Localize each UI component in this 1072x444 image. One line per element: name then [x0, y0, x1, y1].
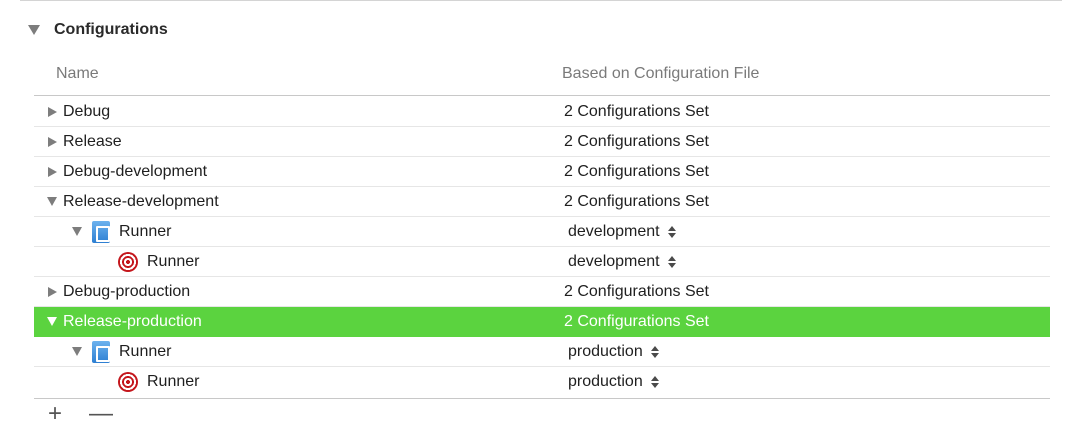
table-row[interactable]: Runner development: [34, 247, 1050, 277]
stepper-icon: [650, 375, 659, 388]
config-name: Release-production: [63, 312, 202, 330]
config-file-select[interactable]: development: [568, 217, 676, 246]
config-value: 2 Configurations Set: [564, 282, 709, 300]
project-file-icon: [92, 340, 110, 363]
configurations-section-header[interactable]: Configurations: [28, 19, 168, 41]
config-name: Release-development: [63, 192, 219, 210]
config-value: 2 Configurations Set: [564, 312, 709, 330]
config-file-select[interactable]: production: [568, 367, 659, 396]
config-value: 2 Configurations Set: [564, 132, 709, 150]
disclosure-right-icon[interactable]: [48, 286, 57, 297]
config-value: 2 Configurations Set: [564, 192, 709, 210]
table-row[interactable]: Runner development: [34, 217, 1050, 247]
config-file-select[interactable]: development: [568, 247, 676, 276]
table-bottom-divider: [34, 398, 1050, 399]
project-file-icon: [92, 220, 110, 243]
table-row[interactable]: Debug 2 Configurations Set: [34, 97, 1050, 127]
table-row[interactable]: Release 2 Configurations Set: [34, 127, 1050, 157]
config-name: Debug-development: [63, 162, 208, 180]
disclosure-down-icon[interactable]: [28, 25, 40, 35]
config-name: Debug-production: [63, 282, 191, 300]
column-header-name[interactable]: Name: [56, 65, 99, 83]
target-name: Runner: [147, 372, 200, 390]
table-row-selected[interactable]: Release-production 2 Configurations Set: [34, 307, 1050, 337]
table-row[interactable]: Debug-development 2 Configurations Set: [34, 157, 1050, 187]
disclosure-right-icon[interactable]: [48, 136, 57, 147]
configurations-table: Debug 2 Configurations Set Release 2 Con…: [34, 97, 1050, 397]
config-value: production: [568, 372, 643, 390]
table-row[interactable]: Release-development 2 Configurations Set: [34, 187, 1050, 217]
add-configuration-button[interactable]: +: [41, 400, 69, 428]
config-value: production: [568, 342, 643, 360]
config-value: 2 Configurations Set: [564, 102, 709, 120]
table-header: Name Based on Configuration File: [34, 56, 1050, 96]
config-file-select[interactable]: production: [568, 337, 659, 366]
table-row[interactable]: Runner production: [34, 367, 1050, 397]
column-header-config-file[interactable]: Based on Configuration File: [562, 65, 759, 83]
remove-configuration-button[interactable]: —: [87, 400, 115, 428]
disclosure-right-icon[interactable]: [48, 106, 57, 117]
stepper-icon: [667, 255, 676, 268]
config-name: Release: [63, 132, 122, 150]
config-value: development: [568, 252, 660, 270]
stepper-icon: [650, 345, 659, 358]
config-name: Debug: [63, 102, 111, 120]
project-name: Runner: [119, 222, 172, 240]
section-title: Configurations: [54, 21, 168, 38]
disclosure-down-icon[interactable]: [47, 197, 57, 206]
project-name: Runner: [119, 342, 172, 360]
disclosure-down-icon[interactable]: [72, 347, 82, 356]
target-icon: [118, 371, 138, 392]
table-row[interactable]: Debug-production 2 Configurations Set: [34, 277, 1050, 307]
target-icon: [118, 251, 138, 272]
disclosure-down-icon[interactable]: [72, 227, 82, 236]
disclosure-down-icon[interactable]: [47, 317, 57, 326]
disclosure-right-icon[interactable]: [48, 166, 57, 177]
stepper-icon: [667, 225, 676, 238]
config-value: development: [568, 222, 660, 240]
config-value: 2 Configurations Set: [564, 162, 709, 180]
table-row[interactable]: Runner production: [34, 337, 1050, 367]
top-divider: [20, 0, 1062, 1]
target-name: Runner: [147, 252, 200, 270]
